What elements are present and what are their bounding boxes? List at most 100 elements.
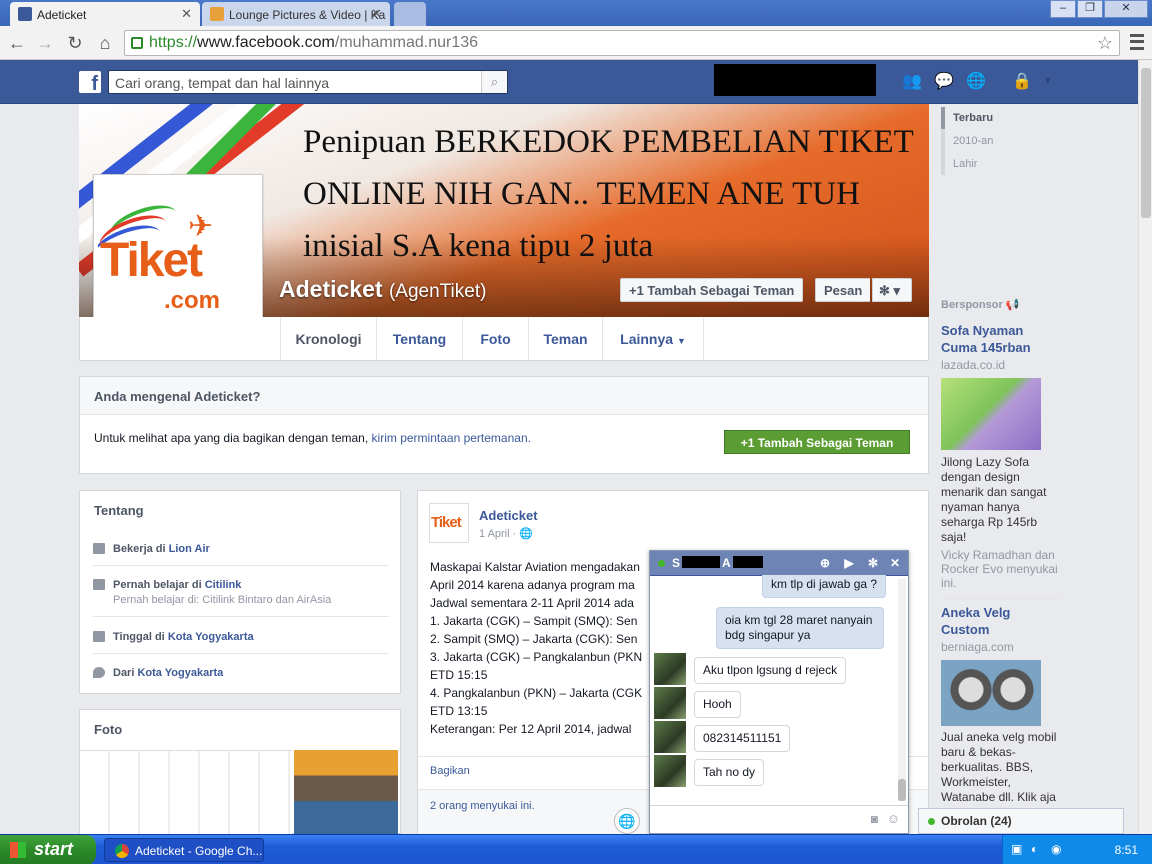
volume-icon[interactable]: ◐ — [1031, 842, 1038, 856]
clock: 8:51 — [1114, 843, 1138, 857]
year-nav-selected — [941, 107, 945, 129]
tab-teman[interactable]: Teman — [528, 317, 602, 360]
reload-icon[interactable]: ↻ — [64, 32, 86, 54]
briefcase-icon — [93, 543, 105, 554]
bookmark-star-icon[interactable]: ☆ — [1097, 33, 1113, 54]
chat-dock-tab[interactable]: Obrolan (24) — [918, 808, 1124, 834]
emoji-icon[interactable]: ☺ — [887, 811, 900, 826]
ad-title[interactable]: Sofa Nyaman Cuma 145rban — [941, 322, 1061, 356]
search-input[interactable]: Cari orang, tempat dan hal lainnya ⌕ — [108, 70, 508, 94]
tab-lainnya[interactable]: Lainnya ▼ — [602, 317, 704, 360]
online-status-icon — [928, 818, 935, 825]
profile-name[interactable]: Adeticket (AgenTiket) — [279, 276, 486, 303]
system-tray: ▣ ◐ ◉ 8:51 — [1002, 835, 1152, 864]
logo-suffix: .com — [164, 287, 221, 314]
tab-adeticket[interactable]: Adeticket ✕ — [10, 2, 200, 26]
chat-message-sent: oia km tgl 28 maret nanyain bdg singapur… — [716, 607, 884, 649]
ad-title[interactable]: Aneka Velg Custom — [941, 604, 1061, 638]
likes-summary[interactable]: 2 orang menyukai ini. — [430, 800, 535, 812]
year-link-lahir[interactable]: Lahir — [953, 158, 977, 170]
photo-thumbnail-calendar[interactable] — [80, 750, 292, 835]
back-arrow-icon[interactable]: ← — [6, 32, 28, 54]
new-tab-button[interactable] — [394, 2, 426, 26]
friend-requests-icon[interactable]: 👥 — [902, 74, 922, 90]
browser-tab-strip: Adeticket ✕ Lounge Pictures & Video | Ka… — [0, 0, 1152, 26]
about-from-link[interactable]: Kota Yogyakarta — [137, 667, 223, 679]
year-link-terbaru[interactable]: Terbaru — [953, 112, 993, 124]
search-icon[interactable]: ⌕ — [481, 71, 507, 93]
ad-image-velg[interactable] — [941, 660, 1041, 726]
chrome-menu-icon[interactable] — [1130, 34, 1144, 50]
tab-kronologi[interactable]: Kronologi — [280, 317, 376, 360]
chat-header[interactable]: S A ⊕ ▶ ✻ ✕ — [650, 551, 908, 576]
close-tab-icon[interactable]: ✕ — [371, 6, 382, 22]
post-line: Maskapai Kalstar Aviation mengadakan — [430, 560, 640, 574]
post-date[interactable]: 1 April · 🌐 — [479, 527, 533, 540]
taskbar-item-label: Adeticket - Google Ch... — [135, 844, 263, 858]
send-friend-request-link[interactable]: kirim permintaan pertemanan. — [372, 431, 531, 445]
about-work-link[interactable]: Lion Air — [169, 543, 210, 555]
message-button[interactable]: Pesan — [815, 278, 871, 302]
friend-prompt-text-label: Untuk melihat apa yang dia bagikan denga… — [94, 431, 369, 445]
chat-globe-icon[interactable]: 🌐 — [614, 808, 640, 834]
maximize-button[interactable]: ❐ — [1077, 0, 1103, 18]
start-button[interactable]: start — [0, 835, 96, 864]
settings-gear-icon[interactable]: ✻ ▾ — [872, 278, 912, 302]
year-link-2010s[interactable]: 2010-an — [953, 135, 993, 147]
taskbar-item-chrome[interactable]: Adeticket - Google Ch... — [104, 838, 264, 862]
home-icon[interactable]: ⌂ — [94, 32, 116, 54]
ad-body: Jual aneka velg mobil baru & bekas-berku… — [941, 730, 1057, 804]
forward-arrow-icon[interactable]: → — [34, 32, 56, 54]
post-author-avatar[interactable]: Tiket — [429, 503, 469, 543]
timeline-nav: Kronologi Tentang Foto Teman Lainnya ▼ — [79, 317, 929, 361]
tab-foto[interactable]: Foto — [462, 317, 528, 360]
antivirus-icon[interactable]: ◉ — [1051, 842, 1061, 856]
chat-message-input[interactable]: ◙ ☺ — [650, 805, 908, 833]
address-bar[interactable]: https://www.facebook.com/muhammad.nur136… — [124, 30, 1120, 56]
home-icon — [93, 631, 105, 642]
about-education-link[interactable]: Citilink — [205, 579, 242, 591]
add-friend-to-chat-icon[interactable]: ⊕ — [818, 556, 832, 570]
add-friend-button[interactable]: +1 Tambah Sebagai Teman — [620, 278, 804, 302]
account-dropdown-icon[interactable]: ▼ — [1038, 74, 1058, 90]
contact-avatar[interactable] — [654, 687, 686, 719]
share-link[interactable]: Bagikan — [430, 765, 470, 777]
notifications-globe-icon[interactable]: 🌐 — [966, 74, 986, 90]
about-work: Bekerja di Lion Air — [93, 543, 389, 566]
windows-taskbar: start Adeticket - Google Ch... ▣ ◐ ◉ 8:5… — [0, 834, 1152, 864]
ad-image-sofa[interactable] — [941, 378, 1041, 450]
post-line: Keterangan: Per 12 April 2014, jadwal — [430, 722, 632, 736]
tab-tentang[interactable]: Tentang — [376, 317, 462, 360]
about-lives-in-link[interactable]: Kota Yogyakarta — [168, 631, 254, 643]
minimize-button[interactable]: – — [1050, 0, 1076, 18]
post-author[interactable]: Adeticket — [479, 508, 538, 523]
photos-card: Foto — [79, 709, 401, 835]
contact-avatar[interactable] — [654, 721, 686, 753]
scrollbar-thumb[interactable] — [1141, 68, 1151, 218]
photo-thumbnail-airport[interactable] — [294, 750, 398, 835]
video-call-icon[interactable]: ▶ — [842, 556, 856, 570]
add-friend-green-button[interactable]: +1 Tambah Sebagai Teman — [724, 430, 910, 454]
network-icon[interactable]: ▣ — [1011, 842, 1022, 856]
windows-logo-icon — [10, 842, 26, 858]
about-education-detail: Pernah belajar di: Citilink Bintaro dan … — [113, 594, 332, 606]
lock-icon — [131, 37, 143, 49]
chat-settings-gear-icon[interactable]: ✻ — [866, 556, 880, 570]
privacy-lock-icon[interactable]: 🔒 — [1012, 74, 1032, 90]
messages-icon[interactable]: 💬 — [934, 74, 954, 90]
ads-header: Bersponsor 📢 — [941, 298, 1020, 311]
contact-avatar[interactable] — [654, 653, 686, 685]
about-label: Dari — [113, 667, 135, 679]
camera-icon[interactable]: ◙ — [871, 812, 878, 826]
chevron-down-icon: ▼ — [676, 336, 686, 346]
page-scrollbar[interactable] — [1138, 60, 1152, 834]
chat-scrollbar[interactable] — [898, 579, 906, 801]
facebook-logo-icon[interactable]: f — [79, 71, 101, 95]
about-label: Pernah belajar di — [113, 579, 202, 591]
tab-lounge-pictures[interactable]: Lounge Pictures & Video | Ka ✕ — [202, 2, 390, 26]
close-window-button[interactable]: ✕ — [1104, 0, 1148, 18]
chat-scrollbar-thumb[interactable] — [898, 779, 906, 801]
close-tab-icon[interactable]: ✕ — [181, 6, 192, 22]
close-chat-icon[interactable]: ✕ — [888, 556, 902, 570]
contact-avatar[interactable] — [654, 755, 686, 787]
